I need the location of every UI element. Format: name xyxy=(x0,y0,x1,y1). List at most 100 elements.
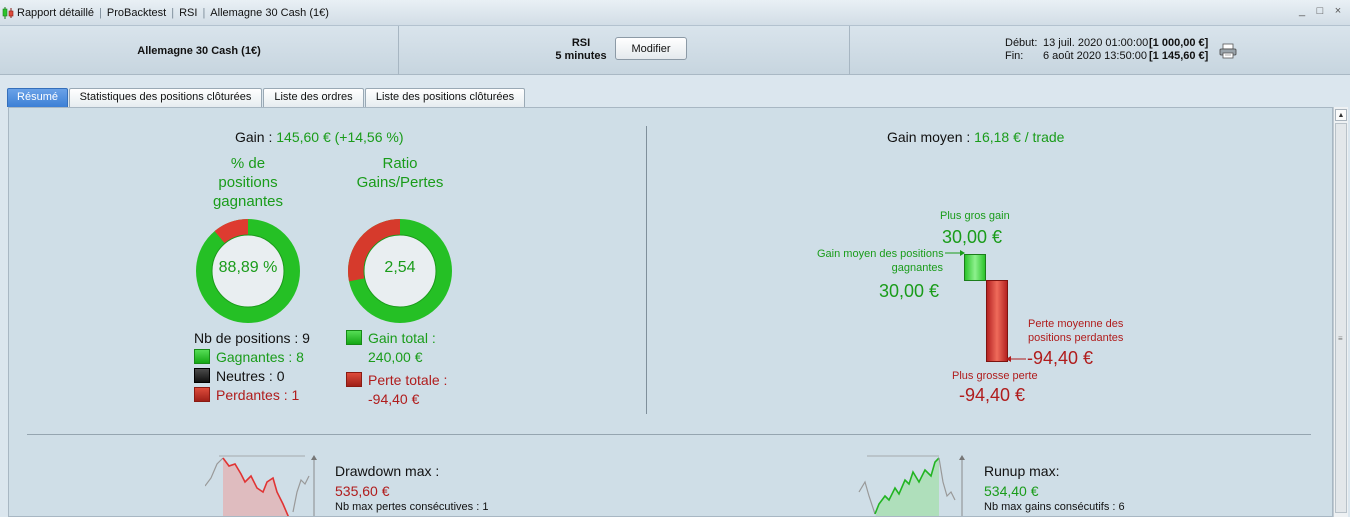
scroll-thumb[interactable]: ≡ xyxy=(1335,123,1347,513)
green-square-icon xyxy=(194,349,210,364)
worst-loss-label: Plus grosse perte xyxy=(952,370,1038,382)
tab-closed-position-list[interactable]: Liste des positions clôturées xyxy=(365,88,525,107)
arrow-right-icon xyxy=(945,250,965,256)
total-gain-value: 240,00 € xyxy=(368,349,423,365)
red-square-icon xyxy=(346,372,362,387)
best-gain-value: 30,00 € xyxy=(942,227,1003,247)
candlestick-app-icon xyxy=(2,6,14,19)
ratio-title: Ratio Gains/Pertes xyxy=(337,154,463,192)
average-gain-label: Gain moyen : xyxy=(887,129,971,145)
winners-row: Gagnantes : 8 xyxy=(194,349,304,366)
win-title-line: positions xyxy=(218,174,278,191)
runup-value: 534,40 € xyxy=(984,483,1039,499)
window-controls: _ □ × xyxy=(1296,5,1344,17)
strategy-info: RSI 5 minutes xyxy=(549,37,613,63)
worst-loss-value: -94,40 € xyxy=(959,385,1026,405)
modify-button[interactable]: Modifier xyxy=(615,37,687,60)
end-date: 6 août 2020 13:50:00 xyxy=(1043,50,1147,62)
end-label: Fin: xyxy=(1005,50,1024,62)
close-icon[interactable]: × xyxy=(1332,5,1344,17)
horizontal-divider xyxy=(27,434,1311,435)
avg-win-value: 30,00 € xyxy=(879,281,940,301)
ratio-value: 2,54 xyxy=(384,259,416,276)
avg-win-label-line: gagnantes xyxy=(891,262,943,274)
breadcrumb-probacktest[interactable]: ProBacktest xyxy=(107,7,166,19)
scroll-up-arrow-icon[interactable]: ▲ xyxy=(1335,109,1347,121)
breadcrumb-strategy[interactable]: RSI xyxy=(179,7,197,19)
end-row: Fin: 6 août 2020 13:50:00 [1 145,60 €] xyxy=(1005,50,1208,63)
ratio-title-line: Gains/Pertes xyxy=(356,174,444,191)
losers-row: Perdantes : 1 xyxy=(194,387,299,404)
drawdown-value: 535,60 € xyxy=(335,483,390,499)
tab-closed-position-stats[interactable]: Statistiques des positions clôturées xyxy=(69,88,262,107)
maximize-icon[interactable]: □ xyxy=(1314,5,1326,17)
vertical-scrollbar[interactable]: ▲ ≡ xyxy=(1333,107,1348,517)
winners-count: Gagnantes : 8 xyxy=(216,349,304,365)
avg-loss-label: Perte moyenne des positions perdantes xyxy=(1028,317,1123,345)
breadcrumb-separator: | xyxy=(171,6,175,19)
total-loss-label: Perte totale : xyxy=(368,372,448,388)
ratio-title-line: Ratio xyxy=(382,155,418,172)
nb-positions: Nb de positions : 9 xyxy=(194,330,310,346)
neutral-row: Neutres : 0 xyxy=(194,368,284,385)
timeframe: 5 minutes xyxy=(555,50,607,62)
total-gain-row: Gain total : xyxy=(346,330,436,347)
strategy-section: RSI 5 minutes Modifier xyxy=(399,26,849,75)
arrow-left-icon xyxy=(1006,356,1026,362)
report-header: Allemagne 30 Cash (1€) RSI 5 minutes Mod… xyxy=(0,26,1350,75)
drawdown-mini-chart xyxy=(205,455,317,516)
breadcrumb-instrument[interactable]: Allemagne 30 Cash (1€) xyxy=(210,7,329,19)
breadcrumb-report[interactable]: Rapport détaillé xyxy=(17,7,94,19)
black-square-icon xyxy=(194,368,210,383)
runup-label: Runup max: xyxy=(984,463,1060,479)
win-percentage-donut: 88,89 % xyxy=(196,219,300,323)
max-consecutive-gains: Nb max gains consécutifs : 6 xyxy=(984,501,1125,513)
tab-order-list[interactable]: Liste des ordres xyxy=(263,88,364,107)
start-amount: [1 000,00 €] xyxy=(1149,37,1209,49)
gain-value: 145,60 € (+14,56 %) xyxy=(276,129,404,145)
minimize-icon[interactable]: _ xyxy=(1296,5,1308,17)
avg-win-label: Gain moyen des positions gagnantes xyxy=(817,247,944,275)
strategy-name: RSI xyxy=(571,37,591,49)
end-amount: [1 145,60 €] xyxy=(1149,50,1209,62)
start-row: Début: 13 juil. 2020 01:00:00 [1 000,00 … xyxy=(1005,37,1208,50)
red-square-icon xyxy=(194,387,210,402)
scroll-grip-icon: ≡ xyxy=(1338,334,1343,343)
total-loss-value: -94,40 € xyxy=(368,391,420,407)
gain-label: Gain : xyxy=(235,129,273,145)
tab-summary[interactable]: Résumé xyxy=(7,88,68,107)
avg-loss-value: -94,40 € xyxy=(1027,348,1094,368)
max-consecutive-losses: Nb max pertes consécutives : 1 xyxy=(335,501,489,513)
win-title-line: % de xyxy=(230,155,266,172)
win-title-line: gagnantes xyxy=(212,193,284,210)
win-percentage-title: % de positions gagnantes xyxy=(185,154,311,211)
breadcrumb-separator: | xyxy=(99,6,102,19)
start-date: 13 juil. 2020 01:00:00 xyxy=(1043,37,1149,49)
start-label: Début: xyxy=(1005,37,1038,49)
gain-summary: Gain : 145,60 € (+14,56 %) xyxy=(235,129,404,145)
avg-loss-label-line: positions perdantes xyxy=(1028,332,1124,344)
best-gain-label: Plus gros gain xyxy=(940,210,1010,222)
avg-loss-label-line: Perte moyenne des xyxy=(1028,318,1124,330)
vertical-divider xyxy=(646,126,647,414)
printer-icon[interactable] xyxy=(1218,43,1238,59)
breadcrumb-separator: | xyxy=(202,6,206,19)
title-bar: Rapport détaillé | ProBacktest | RSI | A… xyxy=(0,0,1350,26)
total-loss-row: Perte totale : xyxy=(346,372,447,389)
summary-panel: Gain : 145,60 € (+14,56 %) % de position… xyxy=(8,107,1333,517)
losers-count: Perdantes : 1 xyxy=(216,387,300,403)
average-gain: Gain moyen : 16,18 € / trade xyxy=(887,129,1064,145)
average-gain-value: 16,18 € / trade xyxy=(974,129,1065,145)
green-square-icon xyxy=(346,330,362,345)
avg-win-label-line: Gain moyen des positions xyxy=(817,248,944,260)
avg-win-bar xyxy=(964,254,986,281)
total-gain-label: Gain total : xyxy=(368,330,436,346)
win-percentage-value: 88,89 % xyxy=(218,259,278,276)
ratio-donut: 2,54 xyxy=(348,219,452,323)
runup-mini-chart xyxy=(858,455,965,516)
header-divider xyxy=(849,26,850,75)
instrument-name: Allemagne 30 Cash (1€) xyxy=(137,44,261,57)
neutral-count: Neutres : 0 xyxy=(216,368,285,384)
drawdown-label: Drawdown max : xyxy=(335,463,440,479)
date-range: Début: 13 juil. 2020 01:00:00 [1 000,00 … xyxy=(1005,37,1208,63)
